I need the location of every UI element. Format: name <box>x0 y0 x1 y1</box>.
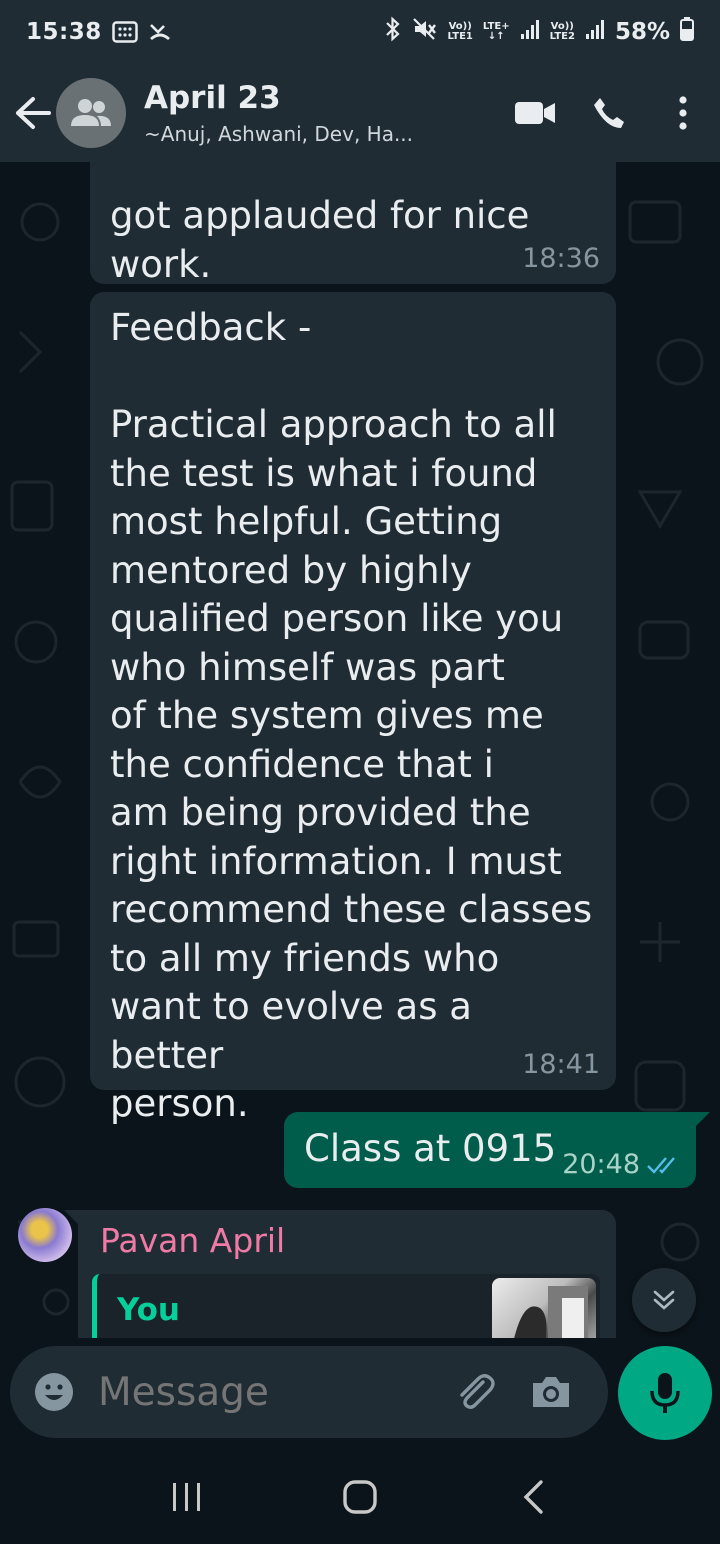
chat-title: April 23 <box>144 80 281 116</box>
scroll-to-bottom-button[interactable] <box>632 1268 696 1332</box>
quoted-author: You <box>117 1292 180 1328</box>
chat-header: April 23 ~Anuj, Ashwani, Dev, Ha... <box>0 64 720 162</box>
message-bubble[interactable]: Pavan April You <box>64 1210 616 1338</box>
recents-icon <box>172 1483 200 1511</box>
video-call-button[interactable] <box>498 78 572 148</box>
message-list[interactable]: got applauded for nice work. 18:36 Feedb… <box>0 162 720 1338</box>
battery-icon <box>680 17 694 47</box>
read-receipt-icon <box>647 1157 675 1174</box>
more-options-button[interactable] <box>646 78 720 148</box>
recent-apps-button[interactable] <box>147 1457 227 1537</box>
back-chevron-icon <box>523 1480 544 1514</box>
network-type: LTE+ ↓↑ <box>483 22 510 42</box>
back-arrow-icon <box>16 97 51 129</box>
message-meta: 20:48 <box>562 1150 680 1180</box>
voice-call-button[interactable] <box>572 78 646 148</box>
signal-icon <box>585 18 605 46</box>
chat-members: ~Anuj, Ashwani, Dev, Ha... <box>144 122 414 146</box>
home-icon <box>343 1480 377 1514</box>
message-input[interactable] <box>98 1369 438 1415</box>
paperclip-icon <box>460 1374 495 1409</box>
group-icon <box>71 99 111 126</box>
mute-icon <box>412 17 438 47</box>
net1-bottom: LTE1 <box>447 31 473 42</box>
sender-name[interactable]: Pavan April <box>100 1218 596 1264</box>
message-time: 18:36 <box>522 243 600 274</box>
emoji-button[interactable] <box>28 1366 80 1418</box>
more-vert-icon <box>679 96 687 130</box>
net3-bottom: LTE2 <box>549 31 575 42</box>
message-time: 18:41 <box>522 1049 600 1080</box>
outgoing-message-bubble[interactable]: Class at 0915 20:48 <box>284 1112 710 1188</box>
battery-percent: 58% <box>614 19 670 45</box>
screen-recorder-icon <box>111 21 138 43</box>
voice-message-button[interactable] <box>618 1346 712 1440</box>
bubble-tail <box>694 1112 710 1128</box>
emoji-icon <box>35 1373 73 1411</box>
message-bubble[interactable]: Feedback - Practical approach to all the… <box>90 292 616 1125</box>
back-nav-button[interactable] <box>493 1457 573 1537</box>
status-time: 15:38 <box>26 19 102 45</box>
chat-info[interactable]: April 23 ~Anuj, Ashwani, Dev, Ha... <box>144 80 413 146</box>
camera-icon <box>533 1377 569 1407</box>
quoted-image-thumbnail <box>492 1278 596 1338</box>
bluetooth-icon <box>384 16 402 48</box>
network-sim2: Vo)) LTE2 <box>550 22 575 42</box>
attach-button[interactable] <box>444 1361 506 1423</box>
bubble-tail <box>64 1210 80 1226</box>
net2-bottom: ↓↑ <box>487 31 505 42</box>
status-bar: 15:38 Vo)) LTE1 LTE+ ↓↑ Vo)) LTE2 58% <box>0 0 720 64</box>
network-sim1: Vo)) LTE1 <box>448 22 473 42</box>
system-nav-bar <box>0 1450 720 1544</box>
message-composer <box>10 1346 608 1438</box>
phone-icon <box>594 98 624 128</box>
camera-button[interactable] <box>520 1361 582 1423</box>
back-button[interactable] <box>6 83 60 143</box>
group-avatar[interactable] <box>56 78 126 148</box>
message-text: Feedback - Practical approach to all the… <box>110 306 593 1125</box>
signal-icon <box>520 18 540 46</box>
missed-call-icon <box>148 21 172 43</box>
message-bubble[interactable]: got applauded for nice work. 18:36 <box>90 162 616 286</box>
message-time: 20:48 <box>562 1149 640 1180</box>
double-chevron-down-icon <box>653 1290 675 1310</box>
quoted-message[interactable]: You <box>92 1274 600 1338</box>
microphone-icon <box>650 1373 680 1413</box>
video-camera-icon <box>515 102 555 124</box>
home-button[interactable] <box>320 1457 400 1537</box>
